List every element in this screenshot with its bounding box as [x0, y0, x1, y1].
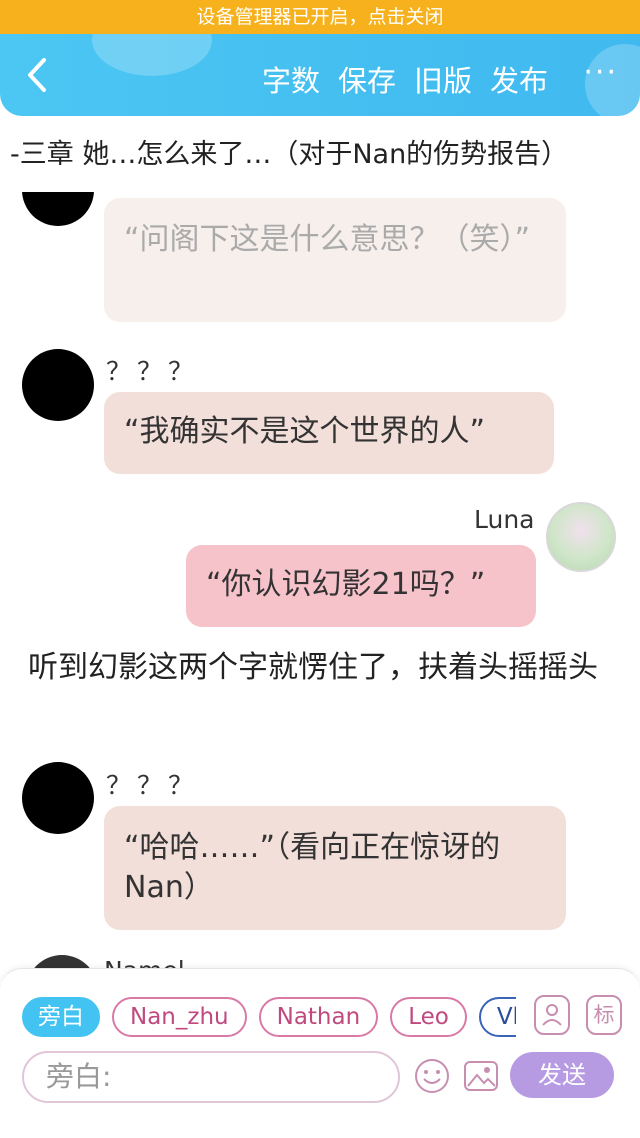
composer-panel: 旁白 Nan_zhu Nathan Leo Vla 标 旁白: 发送 — [0, 968, 640, 1138]
role-chip-vla[interactable]: Vla — [478, 997, 516, 1037]
emoji-icon[interactable] — [413, 1057, 451, 1095]
person-card-icon[interactable] — [534, 995, 570, 1035]
back-arrow-icon[interactable] — [20, 52, 60, 98]
word-count-button[interactable]: 字数 — [262, 58, 320, 100]
chat-bubble[interactable]: “我确实不是这个世界的人” — [104, 392, 554, 474]
tag-button[interactable]: 标 — [586, 995, 622, 1035]
send-button[interactable]: 发送 — [510, 1052, 614, 1098]
narration-text[interactable]: 听到幻影这两个字就愣住了，扶着头摇摇头 — [28, 648, 618, 688]
device-manager-notice[interactable]: 设备管理器已开启，点击关闭 — [0, 0, 640, 34]
speaker-avatar[interactable] — [22, 762, 94, 834]
chat-bubble[interactable]: “问阁下这是什么意思？（笑）” — [104, 198, 566, 322]
top-actions: 字数 保存 旧版 发布 — [262, 58, 548, 100]
speaker-name: ？？？ — [106, 357, 200, 386]
message-feed[interactable]: “问阁下这是什么意思？（笑）” ？？？ “我确实不是这个世界的人” Luna “… — [0, 192, 640, 968]
publish-button[interactable]: 发布 — [490, 58, 548, 100]
chat-bubble[interactable]: “哈哈……”（看向正在惊讶的Nan） — [104, 806, 566, 930]
role-chip-narrator[interactable]: 旁白 — [22, 997, 100, 1037]
speaker-name: Namel — [104, 956, 185, 968]
chapter-title: -三章 她…怎么来了…（对于Nan的伤势报告） — [10, 139, 569, 170]
role-chip-nan-zhu[interactable]: Nan_zhu — [112, 997, 247, 1037]
image-icon[interactable] — [462, 1057, 500, 1095]
speaker-name: ？？？ — [106, 771, 200, 800]
save-button[interactable]: 保存 — [338, 58, 396, 100]
speaker-avatar[interactable] — [22, 192, 94, 226]
role-chip-nathan[interactable]: Nathan — [258, 997, 379, 1037]
chat-bubble[interactable]: “你认识幻影21吗？” — [186, 545, 536, 627]
old-version-button[interactable]: 旧版 — [414, 58, 472, 100]
role-chip-leo[interactable]: Leo — [390, 997, 467, 1037]
decor-bubble — [92, 34, 212, 76]
more-menu-icon[interactable]: ··· — [583, 58, 618, 88]
message-input[interactable]: 旁白: — [22, 1051, 400, 1103]
top-navigation-bar: 字数 保存 旧版 发布 ··· — [0, 34, 640, 116]
speaker-avatar[interactable] — [26, 955, 98, 968]
speaker-name: Luna — [474, 505, 535, 534]
speaker-avatar[interactable] — [22, 349, 94, 421]
role-chips: 旁白 Nan_zhu Nathan Leo Vla — [22, 997, 516, 1041]
luna-avatar[interactable] — [546, 502, 616, 572]
